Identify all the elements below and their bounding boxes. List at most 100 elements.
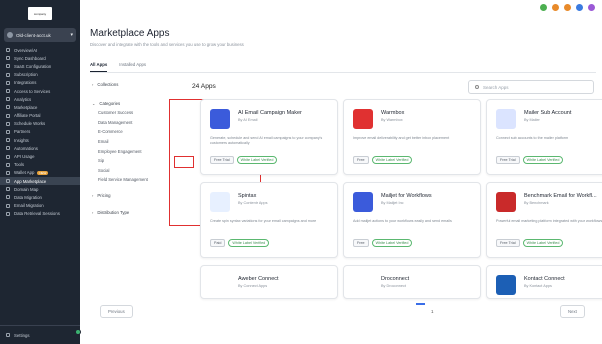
page-title: Marketplace Apps [90,28,170,39]
app-developer: By Mailjet Inc [381,201,404,205]
sidebar: company Old-client-acct.uk ▾ Overview/AI… [0,0,81,344]
sidebar-item[interactable]: Wallet App NEW [0,169,80,177]
gear-icon [6,333,10,337]
sidebar-item-label: Insights [14,137,29,143]
app-card[interactable]: Warmbox By Warmbox Improve email deliverab… [343,99,481,175]
sidebar-item-label: Integrations [14,80,37,86]
sidebar-item[interactable]: API Usage [0,152,80,160]
tab-installed-apps[interactable]: Installed Apps [119,62,146,72]
filter-collections[interactable]: › Collections [90,80,186,89]
account-avatar [7,32,13,38]
sidebar-settings[interactable]: Settings [0,325,80,344]
app-card[interactable]: Aweber Connect By Connect Apps [200,265,338,299]
sidebar-item-label: Automations [14,145,38,151]
app-developer: By Benchmark [524,201,549,205]
app-developer: By Droconnect [381,284,406,288]
new-badge: NEW [37,170,49,175]
sidebar-item-label: Overview/AI [14,47,38,53]
app-name: Kontact Connect [524,276,565,282]
app-tag: Free [353,156,369,164]
account-switcher[interactable]: Old-client-acct.uk ▾ [4,28,76,42]
next-button[interactable]: Next [560,305,585,318]
sidebar-item[interactable]: Partners [0,128,80,136]
app-card[interactable]: Mailer Sub Account By Mailer Connect sub a… [486,99,602,175]
sidebar-item[interactable]: Overview/AI [0,46,80,54]
sidebar-item[interactable]: Affiliate Portal [0,112,80,120]
sidebar-nav: Overview/AI Sync Dashboard SaaS Configurat… [0,46,80,218]
sidebar-item[interactable]: App Marketplace [0,177,80,186]
search-input[interactable]: Search Apps [468,80,594,94]
sidebar-item[interactable]: Data Retrieval Sessions [0,210,80,218]
sidebar-item[interactable]: SaaS Configuration [0,62,80,70]
sidebar-item[interactable]: Insights [0,136,80,144]
sidebar-item[interactable]: Automations [0,144,80,152]
app-developer: By Kontact Apps [524,284,552,288]
app-card[interactable]: Spintax By Contentr Apps Create spin synta… [200,182,338,258]
sidebar-item[interactable]: Sync Dashboard [0,54,80,62]
nav-icon [6,56,10,61]
app-card[interactable]: Benchmark Email for Workfl... By Benchmar… [486,182,602,258]
email-highlight-box [174,156,194,168]
nav-icon [6,170,10,175]
search-icon [475,85,479,89]
nav-icon [6,89,10,94]
fire-icon [353,109,373,129]
benchmark-icon [496,192,516,212]
app-tag: White Label Verified [522,156,564,164]
tab-divider [90,72,596,73]
app-card[interactable]: Droconnect By Droconnect [343,265,481,299]
nav-icon [6,162,10,167]
sidebar-item[interactable]: Analytics [0,95,80,103]
company-logo[interactable]: company [28,7,52,20]
app-name: AI Email Campaign Maker [238,110,302,116]
sidebar-item[interactable]: Schedule Works [0,120,80,128]
sidebar-item-label: Data Retrieval Sessions [14,211,60,217]
sidebar-item[interactable]: Subscription [0,71,80,79]
app-developer: By Contentr Apps [238,201,268,205]
sidebar-item[interactable]: Access to Services [0,87,80,95]
sidebar-item-label: API Usage [14,154,35,160]
nav-icon [6,64,10,69]
nav-icon [6,113,10,118]
nav-icon [6,48,10,53]
app-tag: White Label Verified [371,156,413,164]
sidebar-item-label: Access to Services [14,88,51,94]
sidebar-item[interactable]: Email Migration [0,202,80,210]
app-description: Create spin syntax variations for your e… [210,219,317,223]
sidebar-item-label: Affiliate Portal [14,113,41,119]
app-description: Improve email deliverability and get bet… [353,136,450,140]
sidebar-item-label: Tools [14,162,25,168]
nav-icon [6,195,10,200]
app-card[interactable]: AI Email Campaign Maker By AI Email Genera… [200,99,338,175]
sidebar-item[interactable]: Marketplace [0,103,80,111]
sidebar-item[interactable]: Data Migration [0,193,80,201]
tab-all-apps[interactable]: All Apps [90,62,108,72]
app-tag: Free Trial [210,156,234,164]
app-tags: Paid White Label Verified [210,239,270,247]
app-name: Warmbox [381,110,405,116]
mail-app-icon [210,109,230,129]
app-tag: White Label Verified [371,239,413,247]
app-card[interactable]: Kontact Connect By Kontact Apps [486,265,602,299]
app-description: Generate, schedule and send AI email cam… [210,136,323,145]
search-placeholder: Search Apps [483,84,509,90]
sidebar-item[interactable]: Integrations [0,79,80,87]
mailjet-icon [353,192,373,212]
app-description: Add mailjet actions to your workflows ea… [353,219,452,223]
sidebar-item-label: Email Migration [14,203,44,209]
sidebar-item-label: SaaS Configuration [14,63,52,69]
chevron-down-icon: ⌄ [92,101,96,106]
nav-icon [6,129,10,134]
chevron-right-icon: › [92,209,94,215]
nav-icon [6,138,10,143]
sidebar-item-label: Data Migration [14,194,42,200]
app-developer: By Warmbox [381,118,403,122]
sidebar-item[interactable]: Domain Map [0,185,80,193]
sidebar-item[interactable]: Tools [0,161,80,169]
app-name: Spintax [238,193,257,199]
app-description: Connect sub accounts to the mailer platf… [496,136,569,140]
app-developer: By Mailer [524,118,540,122]
page-number[interactable]: 1 [431,309,434,314]
previous-button[interactable]: Previous [100,305,133,318]
app-card[interactable]: Mailjet for Workflows By Mailjet Inc Add m… [343,182,481,258]
